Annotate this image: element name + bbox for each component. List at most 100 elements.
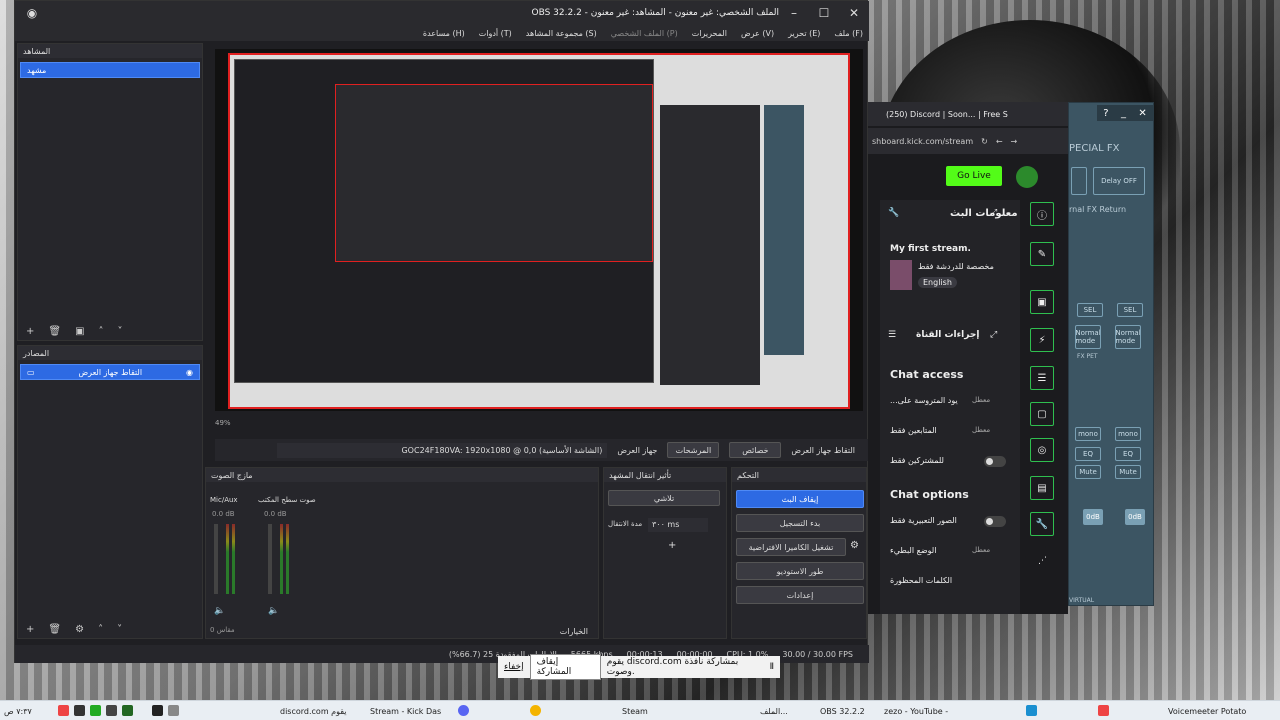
stop-stream-button[interactable]: إيقاف البث [736,490,864,508]
display-value[interactable]: GOC24F180VA: 1920x1080 @ 0,0 (الشاشة الأ… [277,442,608,458]
slow-mode-row[interactable]: الوضع البطيء [890,546,936,555]
speaker-icon[interactable]: 🔈 [214,606,225,616]
clock[interactable]: ٧:٣٧ ص [4,704,32,718]
scene-item[interactable]: مشهد [20,62,200,78]
stack-icon[interactable]: ▤ [1030,476,1054,500]
chevron-up-icon[interactable]: ˄ [98,624,103,635]
filter-icon[interactable]: ▣ [75,326,84,337]
close-icon[interactable]: ✕ [1138,108,1146,119]
avatar[interactable] [1016,166,1038,188]
speaker-icon[interactable]: 🔈 [268,606,279,616]
stop-sharing-button[interactable]: إيقاف المشاركة [529,654,601,680]
desktop-volume-slider[interactable] [268,524,272,594]
banned-words-row[interactable]: الكلمات المحظورة [890,576,952,585]
trash-icon[interactable]: 🗑 [48,326,61,337]
pencil-icon[interactable]: ✎ [1030,242,1054,266]
eq-button-1[interactable]: EQ [1075,447,1101,461]
menu-edit[interactable]: تحرير (E) [788,29,820,38]
add-icon[interactable]: + [26,326,34,337]
chevron-down-icon[interactable]: ˅ [118,326,123,337]
address-bar[interactable]: shboard.kick.com/stream ↻ ← → [868,128,1068,154]
tray-icon[interactable] [152,705,163,716]
hide-link[interactable]: إخفاء [504,662,524,672]
normal-mode-button-2[interactable]: Normal mode [1115,325,1141,349]
chrome-icon[interactable] [530,705,541,716]
menu-scene-collection[interactable]: مجموعة المشاهد (S) [526,29,597,38]
go-live-button[interactable]: Go Live [946,166,1002,186]
taskbar-steam[interactable]: Steam [622,704,648,718]
mic-icon[interactable] [168,705,179,716]
expand-icon[interactable]: ⤢ [990,208,997,218]
minimize-icon[interactable]: – [779,1,809,25]
sel-button-1[interactable]: SEL [1077,303,1103,317]
taskbar-discord-share[interactable]: discord.com يقوم [280,704,347,718]
taskbar-kick-stream[interactable]: Stream - Kick Das [370,704,441,718]
mono-button-1[interactable]: mono [1075,427,1101,441]
sel-button-2[interactable]: SEL [1117,303,1143,317]
chevron-down-icon[interactable]: ˅ [117,624,122,635]
duration-input[interactable]: ٣٠٠ ms [648,518,708,532]
reload-icon[interactable]: ↻ [981,137,988,146]
normal-mode-button-1[interactable]: Normal mode [1075,325,1101,349]
share-icon[interactable]: ⋰ [1038,556,1047,566]
tray-icon[interactable] [122,705,133,716]
maximize-icon[interactable]: ☐ [809,1,839,25]
settings-button[interactable]: إعدادات [736,586,864,604]
add-icon[interactable]: + [668,540,676,551]
preview-canvas[interactable] [215,49,863,411]
fader-db-2[interactable]: 0dB [1125,509,1145,525]
taskbar-voicemeeter[interactable]: Voicemeeter Potato [1168,704,1246,718]
broadcast-icon[interactable]: ◎ [1030,438,1054,462]
source-item[interactable]: ▭ التقاط جهاز العرض ◉ [20,364,200,380]
trash-icon[interactable]: 🗑 [48,624,61,635]
fx-button[interactable] [1071,167,1087,195]
info-icon[interactable]: ⓘ [1030,202,1054,226]
taskbar-obs[interactable]: OBS 32.2.2 [820,704,865,718]
eq-button-2[interactable]: EQ [1115,447,1141,461]
delay-button[interactable]: Delay OFF [1093,167,1145,195]
chevron-up-icon[interactable]: ˄ [99,326,104,337]
list-icon[interactable]: ☰ [1030,366,1054,390]
zoom-control[interactable]: 49% [215,419,345,431]
tray-icon[interactable] [74,705,85,716]
vscode-icon[interactable] [1026,705,1037,716]
wrench-icon[interactable]: 🔧 [888,208,899,218]
tray-icon[interactable] [106,705,117,716]
tray-icon[interactable] [90,705,101,716]
restricted-row[interactable]: ...يود المتروسة على [890,396,958,405]
menu-docks[interactable]: المحريرات [692,29,727,38]
close-icon[interactable]: ✕ [839,1,869,25]
add-icon[interactable]: + [26,624,34,635]
mixer-options[interactable]: الخيارات [560,627,588,636]
taskbar-profile[interactable]: الملف... [760,704,788,718]
mic-volume-slider[interactable] [214,524,218,594]
preview-source-frame[interactable] [228,53,850,409]
start-record-button[interactable]: بدء التسجيل [736,514,864,532]
gear-icon[interactable]: ⚙ [850,540,859,551]
menu-help[interactable]: مساعدة (H) [423,29,465,38]
followers-only-row[interactable]: المتابعين فقط [890,426,937,435]
mute-button-2[interactable]: Mute [1115,465,1141,479]
emotes-only-toggle[interactable] [984,516,1006,527]
studio-mode-button[interactable]: طور الاستوديو [736,562,864,580]
filters-button[interactable]: المرشحات [667,442,720,458]
menu-tools[interactable]: أدوات (T) [479,29,512,38]
mute-button-1[interactable]: Mute [1075,465,1101,479]
gear-icon[interactable]: ⚙ [75,624,84,635]
back-icon[interactable]: ← [996,137,1003,146]
chat-icon[interactable]: ▢ [1030,402,1054,426]
menu-view[interactable]: عرض (V) [741,29,774,38]
properties-button[interactable]: خصائص [729,442,782,458]
fader-db-1[interactable]: 0dB [1083,509,1103,525]
subscribers-only-toggle[interactable] [984,456,1006,467]
expand-icon[interactable]: ⤢ [990,330,997,340]
minimize-icon[interactable]: _ [1121,108,1126,119]
menu-profile[interactable]: الملف الشخصي (P) [611,29,678,38]
taskbar-youtube[interactable]: zezo - YouTube - [884,704,948,718]
discord-icon[interactable] [458,705,469,716]
help-icon[interactable]: ? [1103,108,1108,119]
panel-icon[interactable]: ▣ [1030,290,1054,314]
browser-tab[interactable]: (250) Discord | Soon... | Free S [868,102,1068,126]
mono-button-2[interactable]: mono [1115,427,1141,441]
tray-icon[interactable] [58,705,69,716]
